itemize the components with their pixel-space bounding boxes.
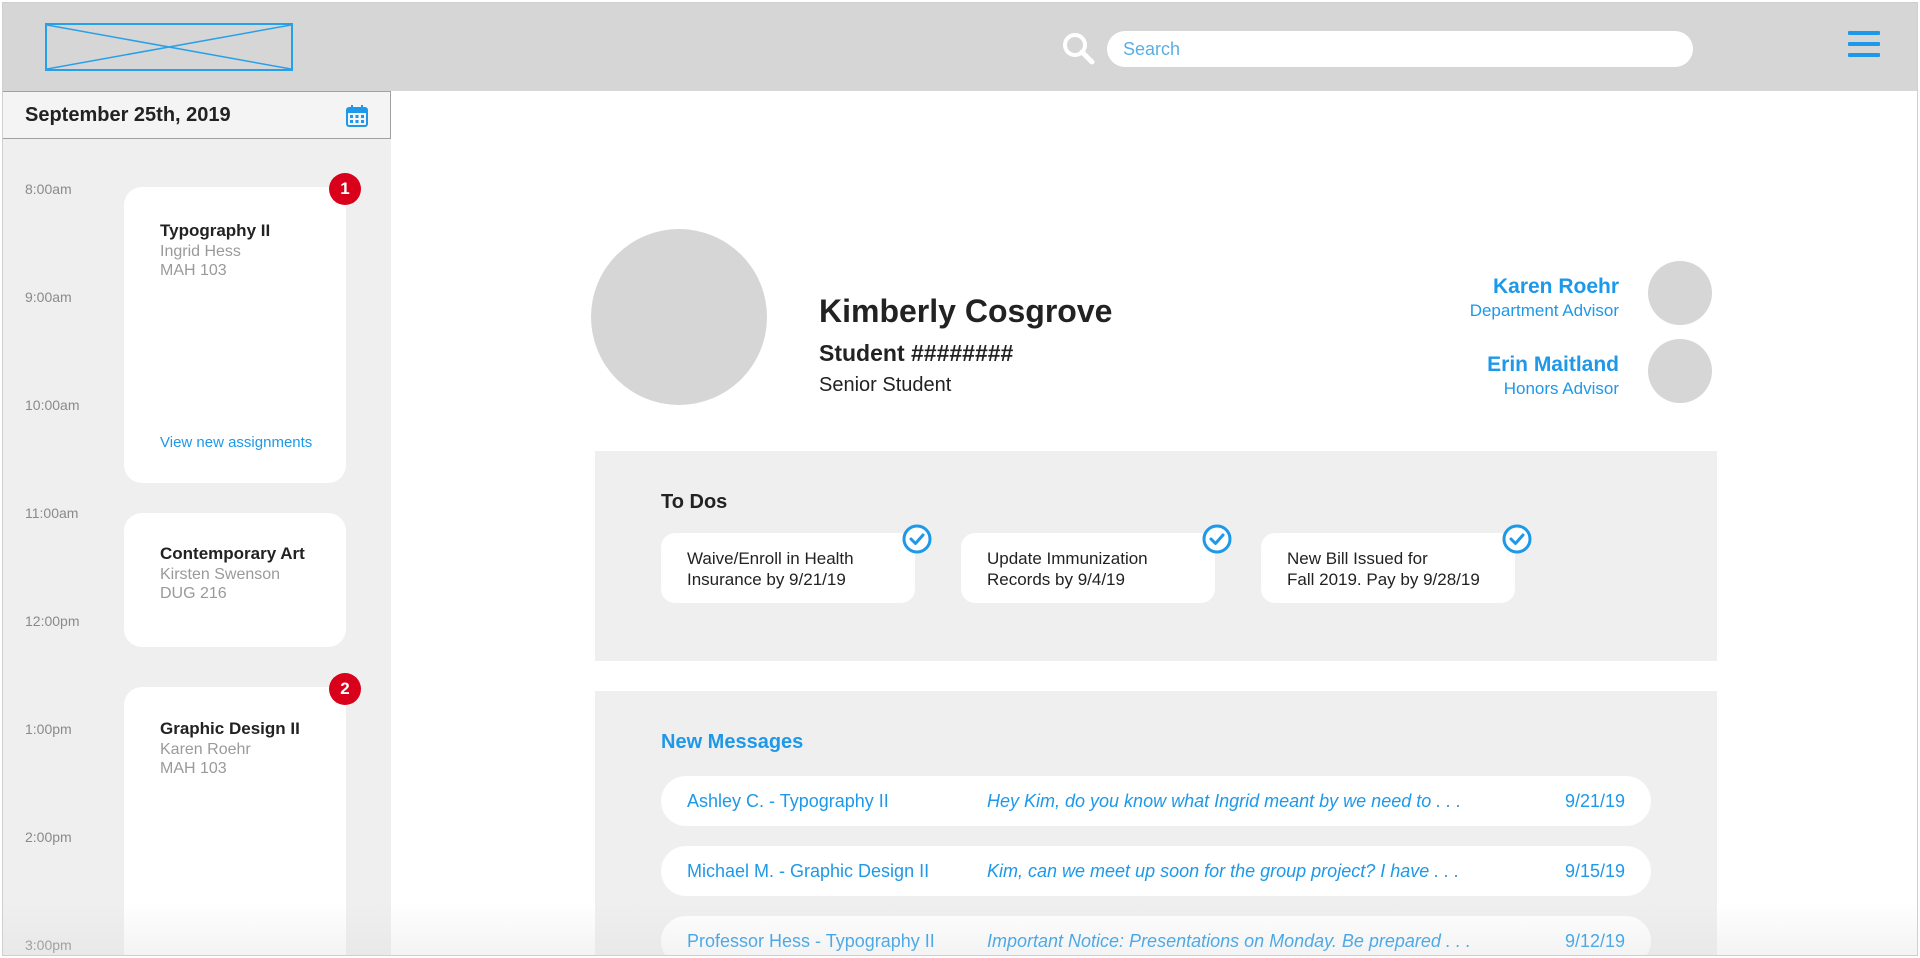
student-level: Senior Student [819,374,952,396]
logo-placeholder-icon[interactable] [45,23,293,71]
message-sender: Professor Hess - Typography II [687,931,935,951]
class-instructor: Karen Roehr [160,741,251,758]
time-label: 11:00am [25,505,79,521]
time-label: 1:00pm [25,721,72,737]
class-title: Contemporary Art [160,544,305,563]
message-row[interactable]: Professor Hess - Typography II Important… [661,916,1651,955]
todos-panel: To Dos Waive/Enroll in Health Insurance … [595,451,1717,661]
class-card-contemporary-art[interactable]: Contemporary Art Kirsten Swenson DUG 216 [124,513,346,647]
class-room: MAH 103 [160,262,227,279]
check-circle-icon[interactable] [1201,523,1233,555]
message-row[interactable]: Ashley C. - Typography II Hey Kim, do yo… [661,776,1651,826]
message-preview: Kim, can we meet up soon for the group p… [987,861,1460,881]
message-preview: Important Notice: Presentations on Monda… [987,931,1471,951]
todo-line: Insurance by 9/21/19 [687,570,846,589]
class-instructor: Kirsten Swenson [160,566,281,583]
advisor-name[interactable]: Erin Maitland [1487,353,1619,377]
advisor-department[interactable]: Karen Roehr Department Advisor [1303,275,1619,335]
time-label: 12:00pm [25,613,80,629]
schedule-date: September 25th, 2019 [25,104,231,126]
top-header [3,3,1917,91]
todo-line: New Bill Issued for [1287,549,1428,568]
search-icon[interactable] [1061,31,1095,65]
message-sender: Ashley C. - Typography II [687,791,889,811]
advisor-name[interactable]: Karen Roehr [1493,275,1619,299]
student-id: Student ######## [819,340,1014,366]
advisor-avatar[interactable] [1648,261,1712,325]
time-label: 3:00pm [25,937,72,953]
time-label: 2:00pm [25,829,72,845]
check-circle-icon[interactable] [901,523,933,555]
app-window: September 25th, 2019 8:00am 9:00am 10:00 [2,2,1918,956]
todo-text: New Bill Issued for Fall 2019. Pay by 9/… [1287,548,1507,590]
todo-item[interactable]: New Bill Issued for Fall 2019. Pay by 9/… [1261,533,1515,603]
time-label: 9:00am [25,289,72,305]
class-title: Graphic Design II [160,719,300,738]
notification-badge[interactable]: 2 [329,673,361,705]
class-card-typography[interactable]: Typography II Ingrid Hess MAH 103 View n… [124,187,346,483]
advisor-role: Honors Advisor [1503,379,1619,398]
todo-line: Records by 9/4/19 [987,570,1125,589]
class-card-graphic-design[interactable]: Graphic Design II Karen Roehr MAH 103 [124,687,346,955]
class-room: MAH 103 [160,760,227,777]
notification-badge[interactable]: 1 [329,173,361,205]
class-room: DUG 216 [160,585,227,602]
messages-title: New Messages [661,731,804,753]
menu-icon[interactable] [1848,31,1880,61]
todo-line: Update Immunization [987,549,1148,568]
todos-title: To Dos [661,491,728,513]
message-sender: Michael M. - Graphic Design II [687,861,930,881]
message-date: 9/12/19 [1564,931,1625,951]
calendar-icon[interactable] [346,105,368,127]
messages-panel: New Messages Ashley C. - Typography II H… [595,691,1717,955]
student-name: Kimberly Cosgrove [819,293,1113,329]
advisor-honors[interactable]: Erin Maitland Honors Advisor [1303,353,1619,413]
date-bar: September 25th, 2019 [3,91,391,139]
time-label: 8:00am [25,181,72,197]
todo-item[interactable]: Update Immunization Records by 9/4/19 [961,533,1215,603]
schedule-sidebar: September 25th, 2019 8:00am 9:00am 10:00 [3,91,391,955]
time-label: 10:00am [25,397,80,413]
todo-text: Waive/Enroll in Health Insurance by 9/21… [687,548,907,590]
advisor-role: Department Advisor [1469,301,1619,320]
class-title: Typography II [160,221,271,240]
search-input[interactable] [1107,31,1693,67]
todo-item[interactable]: Waive/Enroll in Health Insurance by 9/21… [661,533,915,603]
message-date: 9/21/19 [1564,791,1625,811]
message-date: 9/15/19 [1564,861,1625,881]
student-avatar [591,229,767,405]
check-circle-icon[interactable] [1501,523,1533,555]
message-preview: Hey Kim, do you know what Ingrid meant b… [987,791,1462,811]
todo-text: Update Immunization Records by 9/4/19 [987,548,1207,590]
message-row[interactable]: Michael M. - Graphic Design II Kim, can … [661,846,1651,896]
class-instructor: Ingrid Hess [160,243,241,260]
advisor-avatar[interactable] [1648,339,1712,403]
todo-line: Waive/Enroll in Health [687,549,854,568]
todo-line: Fall 2019. Pay by 9/28/19 [1287,570,1480,589]
view-assignments-link[interactable]: View new assignments [160,434,312,451]
